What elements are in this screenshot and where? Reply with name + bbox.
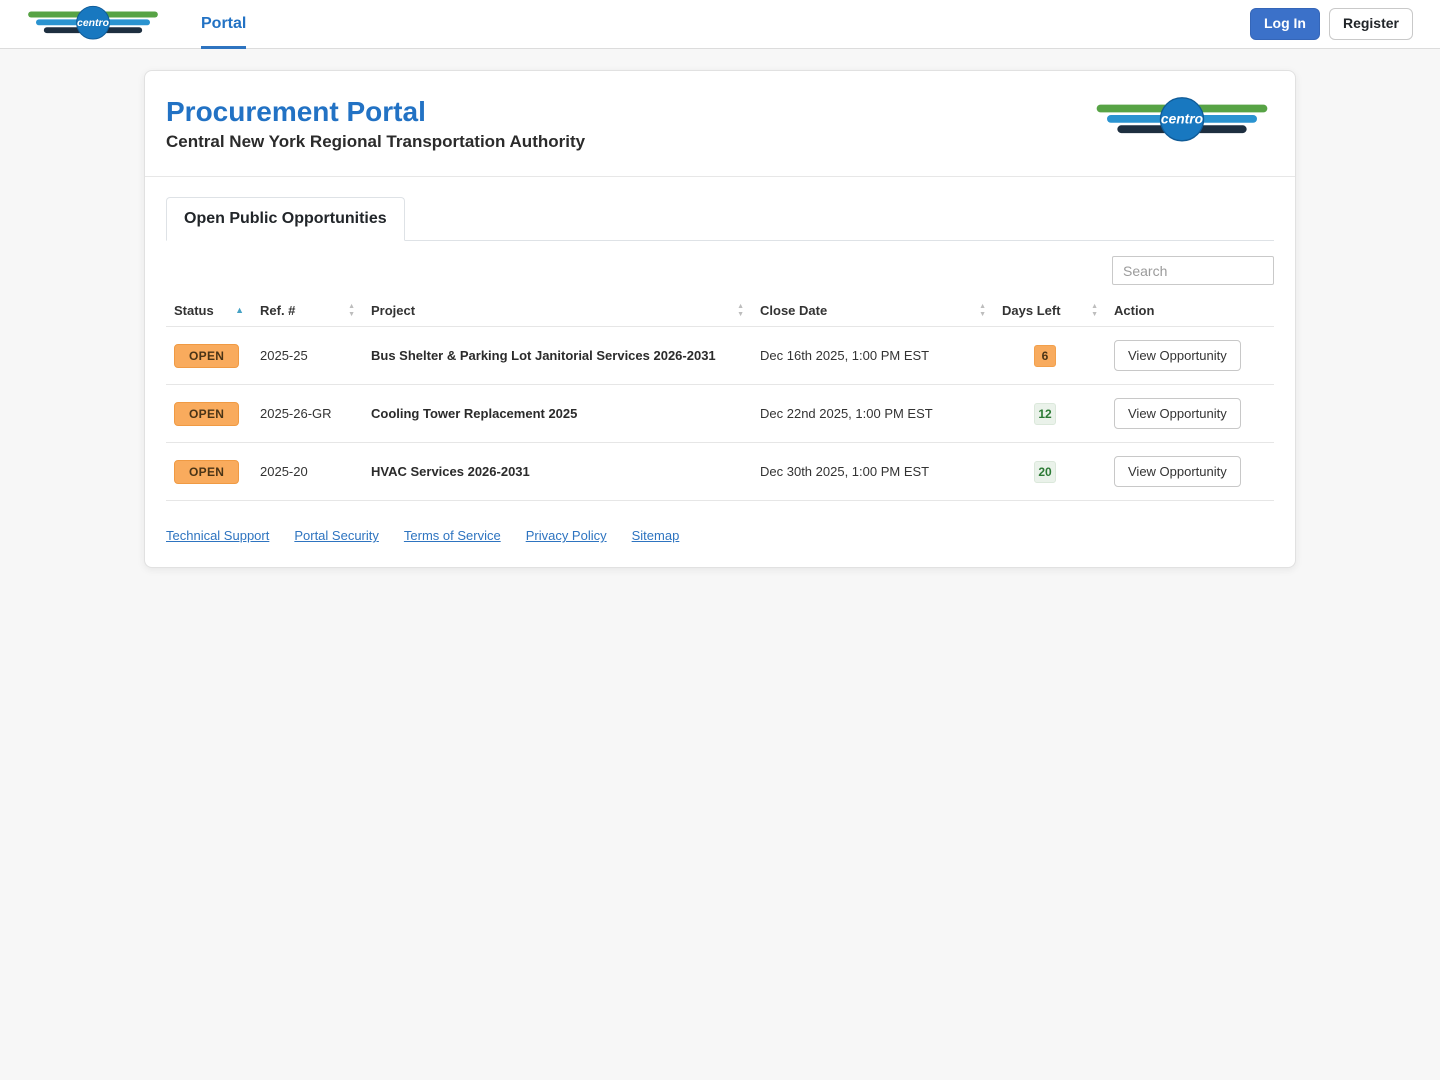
column-label: Ref. # xyxy=(260,303,296,319)
procurement-portal-card: Procurement Portal Central New York Regi… xyxy=(144,70,1296,569)
centro-logo[interactable]: centro xyxy=(27,5,159,43)
centro-logo-icon-large: centro xyxy=(1096,97,1268,142)
column-header-days-left[interactable]: Days Left ▲ ▼ xyxy=(994,295,1106,327)
project-name: Cooling Tower Replacement 2025 xyxy=(363,384,752,443)
tab-open-public-opportunities[interactable]: Open Public Opportunities xyxy=(166,197,405,242)
column-header-project[interactable]: Project ▲ ▼ xyxy=(363,295,752,327)
top-navbar: centro Portal Log In Register xyxy=(0,0,1440,49)
nav-item-portal[interactable]: Portal xyxy=(201,0,247,49)
card-header: Procurement Portal Central New York Regi… xyxy=(166,96,1274,176)
tab-bar: Open Public Opportunities xyxy=(166,197,1274,242)
table-row: OPEN 2025-25 Bus Shelter & Parking Lot J… xyxy=(166,326,1274,385)
sort-icon[interactable]: ▲ ▼ xyxy=(348,303,355,318)
project-name: HVAC Services 2026-2031 xyxy=(363,442,752,502)
table-row: OPEN 2025-20 HVAC Services 2026-2031 Dec… xyxy=(166,442,1274,502)
title-block: Procurement Portal Central New York Regi… xyxy=(166,96,585,152)
view-opportunity-button[interactable]: View Opportunity xyxy=(1114,340,1241,372)
column-label: Close Date xyxy=(760,303,828,319)
table-row: OPEN 2025-26-GR Cooling Tower Replacemen… xyxy=(166,384,1274,443)
svg-text:centro: centro xyxy=(77,18,110,29)
svg-text:centro: centro xyxy=(1161,112,1203,127)
sort-icon[interactable]: ▲ ▼ xyxy=(979,303,986,318)
link-portal-security[interactable]: Portal Security xyxy=(294,528,379,543)
link-sitemap[interactable]: Sitemap xyxy=(632,528,680,543)
column-label: Project xyxy=(371,303,416,319)
ref-number: 2025-20 xyxy=(252,442,363,502)
column-label: Action xyxy=(1114,303,1155,319)
link-privacy-policy[interactable]: Privacy Policy xyxy=(526,528,607,543)
view-opportunity-button[interactable]: View Opportunity xyxy=(1114,456,1241,488)
view-opportunity-button[interactable]: View Opportunity xyxy=(1114,398,1241,430)
project-name: Bus Shelter & Parking Lot Janitorial Ser… xyxy=(363,326,752,385)
column-header-status[interactable]: Status ▲ xyxy=(166,295,252,327)
sort-icon[interactable]: ▲ ▼ xyxy=(737,303,744,318)
status-badge: OPEN xyxy=(174,459,240,484)
status-badge: OPEN xyxy=(174,343,240,368)
ref-number: 2025-25 xyxy=(252,326,363,385)
link-terms-of-service[interactable]: Terms of Service xyxy=(404,528,501,543)
days-left-badge: 12 xyxy=(1034,402,1056,425)
page-subtitle: Central New York Regional Transportation… xyxy=(166,132,586,152)
search-row xyxy=(166,256,1274,286)
sort-icon[interactable]: ▲ ▼ xyxy=(1091,303,1098,318)
opportunities-table: Status ▲ Ref. # ▲ ▼ Project ▲ ▼ Close Da… xyxy=(166,295,1274,502)
close-date: Dec 16th 2025, 1:00 PM EST xyxy=(752,326,994,385)
page-title: Procurement Portal xyxy=(166,96,426,127)
column-header-action: Action xyxy=(1106,295,1274,327)
status-badge: OPEN xyxy=(174,401,240,426)
days-left-badge: 6 xyxy=(1034,344,1056,367)
close-date: Dec 30th 2025, 1:00 PM EST xyxy=(752,442,994,502)
header-divider xyxy=(145,176,1295,178)
sort-ascending-icon[interactable]: ▲ xyxy=(235,306,244,315)
search-input[interactable] xyxy=(1112,256,1274,286)
days-left-badge: 20 xyxy=(1034,460,1056,483)
footer-links: Technical Support Portal Security Terms … xyxy=(166,528,1274,543)
column-label: Status xyxy=(174,303,214,319)
column-header-close-date[interactable]: Close Date ▲ ▼ xyxy=(752,295,994,327)
table-header-row: Status ▲ Ref. # ▲ ▼ Project ▲ ▼ Close Da… xyxy=(166,295,1274,327)
ref-number: 2025-26-GR xyxy=(252,384,363,443)
login-button[interactable]: Log In xyxy=(1249,8,1320,40)
centro-logo-icon: centro xyxy=(28,5,158,40)
column-label: Days Left xyxy=(1002,303,1061,319)
register-button[interactable]: Register xyxy=(1328,8,1413,40)
column-header-ref[interactable]: Ref. # ▲ ▼ xyxy=(252,295,363,327)
link-technical-support[interactable]: Technical Support xyxy=(166,528,269,543)
close-date: Dec 22nd 2025, 1:00 PM EST xyxy=(752,384,994,443)
